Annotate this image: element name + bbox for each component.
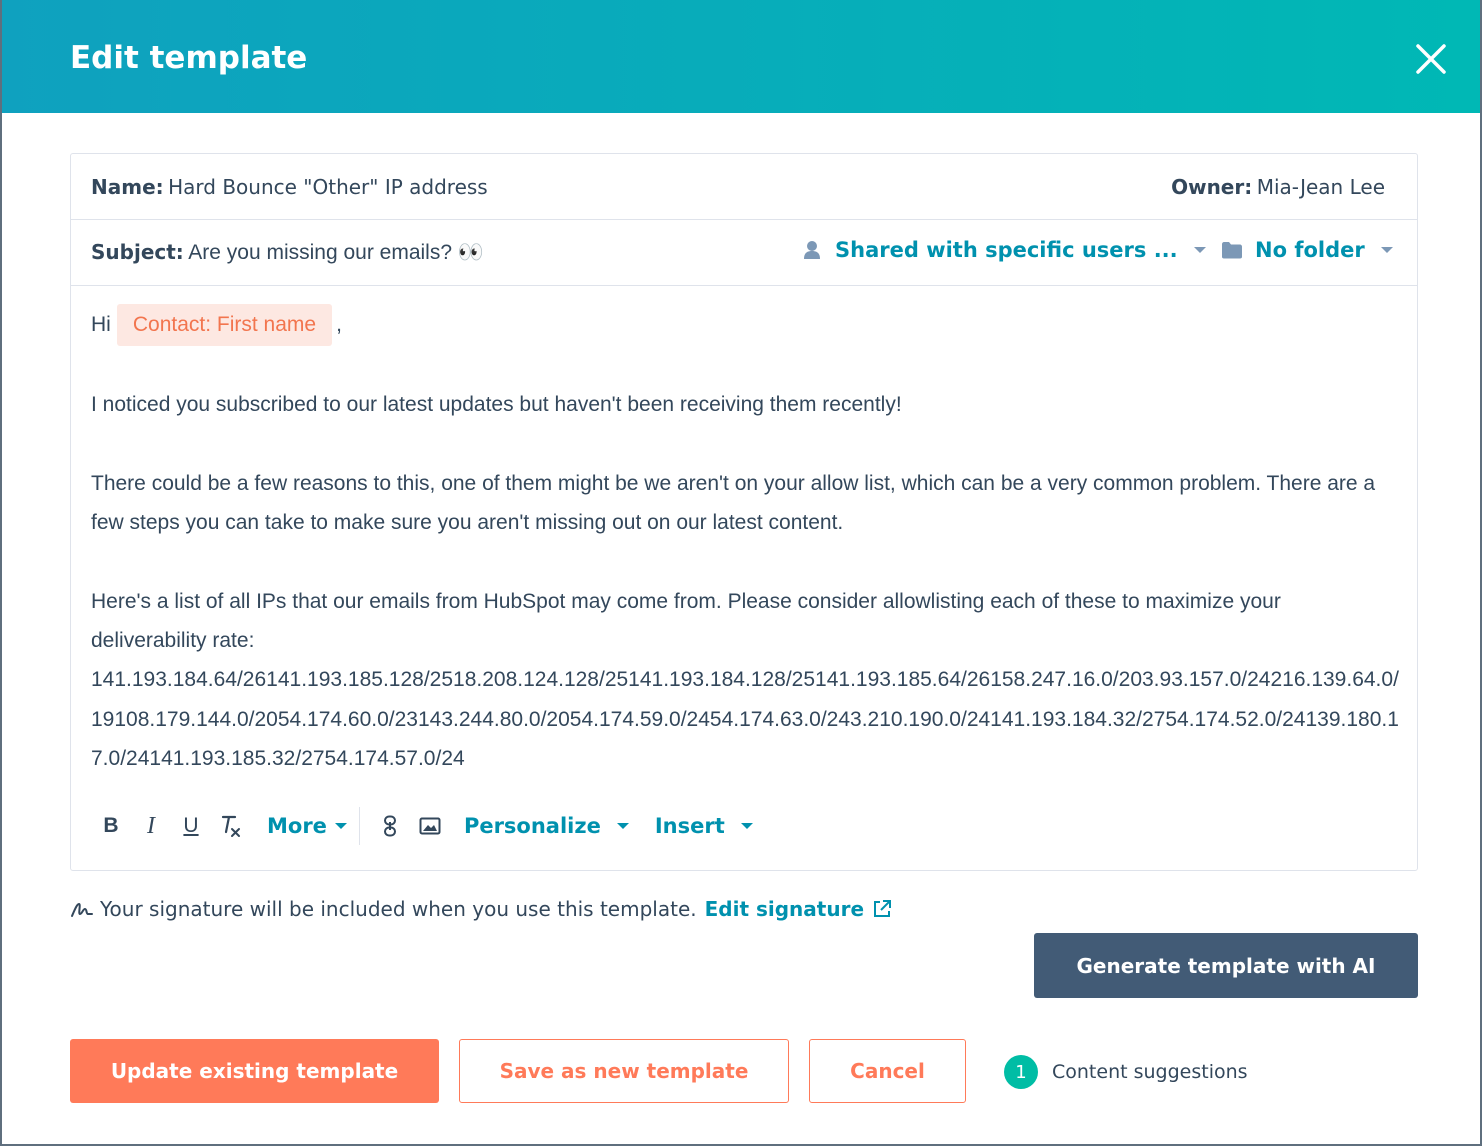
- clear-formatting-icon[interactable]: [211, 806, 251, 846]
- more-label: More: [267, 814, 327, 838]
- content-suggestions[interactable]: 1 Content suggestions: [1004, 1055, 1248, 1089]
- cancel-button[interactable]: Cancel: [809, 1039, 966, 1103]
- signature-notice: Your signature will be included when you…: [70, 897, 892, 921]
- close-icon[interactable]: [1412, 40, 1450, 78]
- insert-label: Insert: [654, 814, 725, 838]
- body-paragraph: I noticed you subscribed to our latest u…: [91, 393, 902, 417]
- ip-list: 141.193.184.64/26141.193.185.128/2518.20…: [91, 668, 1399, 770]
- body-paragraph: Here's a list of all IPs that our emails…: [91, 589, 1281, 653]
- personalize-label: Personalize: [463, 814, 601, 838]
- external-link-icon[interactable]: [872, 899, 892, 919]
- underline-button[interactable]: U: [171, 806, 211, 846]
- chevron-down-icon: [740, 823, 753, 829]
- folder-icon: [1221, 241, 1243, 259]
- template-owner: Owner: Mia-Jean Lee: [1171, 175, 1385, 199]
- subject-value[interactable]: Are you missing our emails? 👀: [188, 241, 484, 264]
- chevron-down-icon: [616, 823, 629, 829]
- save-as-new-template-button[interactable]: Save as new template: [459, 1039, 789, 1103]
- formatting-toolbar: B I U More Personalize Insert: [91, 806, 753, 846]
- toolbar-divider: [358, 807, 360, 845]
- folder-dropdown[interactable]: No folder: [1221, 238, 1393, 262]
- chevron-down-icon: [1193, 247, 1206, 253]
- template-editor: Name: Hard Bounce "Other" IP address Own…: [70, 153, 1418, 871]
- link-icon[interactable]: [370, 806, 410, 846]
- subject-label: Subject:: [91, 240, 184, 264]
- name-label: Name:: [91, 175, 164, 199]
- subject-row: Subject: Are you missing our emails? 👀 S…: [71, 220, 1417, 286]
- sharing-dropdown[interactable]: Shared with specific users ...: [803, 238, 1206, 262]
- edit-signature-link[interactable]: Edit signature: [705, 897, 864, 921]
- signature-icon: [70, 899, 94, 919]
- italic-button[interactable]: I: [131, 806, 171, 846]
- greeting-suffix: ,: [336, 313, 342, 336]
- signature-text: Your signature will be included when you…: [100, 897, 697, 921]
- greeting-text: Hi: [91, 313, 111, 336]
- template-subject[interactable]: Subject: Are you missing our emails? 👀: [91, 240, 484, 265]
- owner-label: Owner:: [1171, 175, 1253, 199]
- name-value[interactable]: Hard Bounce "Other" IP address: [168, 175, 488, 199]
- user-icon: [803, 240, 821, 260]
- modal-title: Edit template: [70, 40, 308, 76]
- edit-template-modal: Edit template Name: Hard Bounce "Other" …: [0, 0, 1482, 1146]
- update-existing-template-button[interactable]: Update existing template: [70, 1039, 439, 1103]
- chevron-down-icon: [334, 823, 347, 829]
- modal-header: Edit template: [2, 0, 1480, 113]
- folder-label: No folder: [1255, 238, 1365, 262]
- more-dropdown[interactable]: More: [267, 814, 347, 838]
- generate-template-ai-button[interactable]: Generate template with AI: [1034, 933, 1418, 998]
- owner-value: Mia-Jean Lee: [1256, 175, 1385, 199]
- sharing-label: Shared with specific users ...: [835, 238, 1178, 262]
- email-body[interactable]: Hi Contact: First name, I noticed you sub…: [91, 304, 1401, 778]
- name-row: Name: Hard Bounce "Other" IP address Own…: [71, 154, 1417, 220]
- insert-dropdown[interactable]: Insert: [655, 814, 753, 838]
- chevron-down-icon: [1380, 247, 1393, 253]
- greeting-line: Hi Contact: First name,: [91, 304, 1401, 346]
- template-name[interactable]: Name: Hard Bounce "Other" IP address: [91, 175, 488, 199]
- personalize-dropdown[interactable]: Personalize: [464, 814, 629, 838]
- bold-button[interactable]: B: [91, 806, 131, 846]
- personalization-token[interactable]: Contact: First name: [116, 304, 333, 346]
- image-icon[interactable]: [410, 806, 450, 846]
- suggestions-count-badge: 1: [1004, 1055, 1038, 1089]
- body-paragraph: There could be a few reasons to this, on…: [91, 471, 1376, 535]
- suggestions-label: Content suggestions: [1052, 1061, 1248, 1083]
